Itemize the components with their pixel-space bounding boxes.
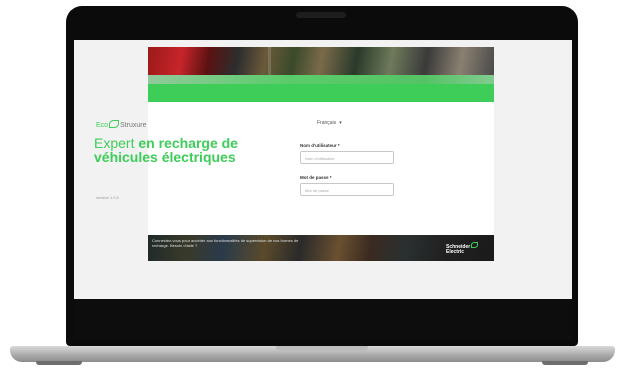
username-input[interactable]: Nom d'utilisateur bbox=[300, 151, 394, 164]
brand-line-2: Electric bbox=[446, 249, 465, 255]
se-leaf-icon bbox=[471, 242, 479, 248]
version-label: version 1.0.0 bbox=[96, 195, 119, 200]
laptop-opening-notch bbox=[276, 346, 368, 352]
green-header-bar bbox=[148, 75, 494, 102]
chevron-down-icon: ▾ bbox=[339, 120, 342, 126]
schneider-electric-logo: Schneider Electric bbox=[446, 242, 479, 255]
password-input[interactable]: Mot de passe bbox=[300, 183, 394, 196]
footer-banner-text: Connectez-vous pour accéder aux fonction… bbox=[152, 238, 299, 248]
green-bar-shade bbox=[148, 75, 494, 84]
laptop-foot-left bbox=[36, 361, 82, 365]
password-label: Mot de passe * bbox=[300, 175, 332, 180]
logo-text-secondary: Struxure bbox=[120, 122, 147, 129]
header-banner-image bbox=[148, 47, 494, 75]
laptop-foot-right bbox=[542, 361, 588, 365]
language-value: Français bbox=[317, 120, 337, 126]
app-logo: Eco Struxure bbox=[96, 120, 147, 130]
username-label: Nom d'utilisateur * bbox=[300, 143, 340, 148]
language-select[interactable]: Français ▾ bbox=[317, 120, 342, 126]
banner-stripe bbox=[268, 47, 271, 75]
camera-notch bbox=[296, 12, 346, 18]
footer-banner: Connectez-vous pour accéder aux fonction… bbox=[148, 235, 494, 261]
page-headline: Expert en recharge de véhicules électriq… bbox=[94, 136, 244, 164]
logo-text-primary: Eco bbox=[96, 122, 109, 129]
leaf-logo-icon bbox=[109, 120, 120, 128]
laptop-screen: Eco Struxure Expert en recharge de véhicu… bbox=[74, 40, 572, 299]
screen-bezel-bottom bbox=[74, 299, 572, 339]
